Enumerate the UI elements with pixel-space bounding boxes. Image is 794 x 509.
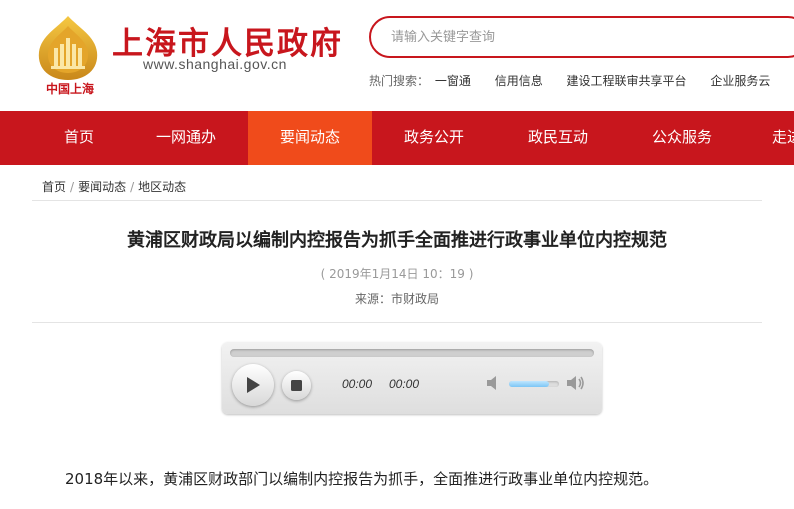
breadcrumb: 首页 / 要闻动态 / 地区动态 [42,180,187,194]
article-source-value: 市财政局 [391,292,440,306]
article-source: 来源：市财政局 [0,290,794,307]
article-time: ( 2019年1月14日 10：19 ) [320,267,474,281]
nav-item-online-service[interactable]: 一网通办 [124,111,248,165]
search-box [369,16,794,58]
logo-caption: 中国上海 [45,82,94,96]
divider [32,322,762,323]
audio-duration: 00:00 [389,377,420,391]
hot-link-enterprise-cloud[interactable]: 企业服务云 [710,74,770,88]
stop-button[interactable] [282,371,311,400]
audio-current-time: 00:00 [342,377,373,391]
nav-item-interaction[interactable]: 政民互动 [496,111,620,165]
hot-search: 热门搜索： 一窗通 信用信息 建设工程联审共享平台 企业服务云 [369,72,790,89]
hot-search-label: 热门搜索： [369,74,430,88]
audio-player: 00:00 00:00 [222,342,602,414]
breadcrumb-home[interactable]: 首页 [42,180,66,194]
play-button[interactable] [232,364,274,406]
nav-item-news[interactable]: 要闻动态 [248,111,372,165]
main-nav: 首页 一网通办 要闻动态 政务公开 政民互动 公众服务 走进上海 [0,111,794,165]
article-source-label: 来源： [354,292,391,306]
site-header: 中国上海 上海市人民政府 www.shanghai.gov.cn 热门搜索： 一… [0,0,794,111]
search-input[interactable] [391,27,771,47]
article-title: 黄浦区财政局以编制内控报告为抓手全面推进行政事业单位内控规范 [127,230,667,251]
hot-link-yichuangtong[interactable]: 一窗通 [435,74,471,88]
volume-slider[interactable] [509,381,559,387]
divider [32,200,762,201]
breadcrumb-district-news[interactable]: 地区动态 [138,180,186,194]
nav-item-public-service[interactable]: 公众服务 [620,111,744,165]
volume-mute-icon[interactable] [486,375,504,395]
nav-item-gov-affairs[interactable]: 政务公开 [372,111,496,165]
stop-icon [291,380,302,391]
hot-link-construction-platform[interactable]: 建设工程联审共享平台 [567,74,687,88]
nav-item-visit-shanghai[interactable]: 走进上海 [772,111,794,165]
site-url: www.shanghai.gov.cn [143,56,287,72]
volume-max-icon[interactable] [566,375,586,395]
shanghai-emblem-icon [38,16,98,80]
article-body: 2018年以来，黄浦区财政部门以编制内控报告为抓手，全面推进行政事业单位内控规范… [65,470,659,488]
audio-progress-bar[interactable] [230,349,594,357]
hot-link-credit-info[interactable]: 信用信息 [495,74,543,88]
breadcrumb-news[interactable]: 要闻动态 [78,180,126,194]
volume-slider-fill [509,381,549,387]
play-icon [247,377,260,393]
nav-item-home[interactable]: 首页 [20,111,138,165]
